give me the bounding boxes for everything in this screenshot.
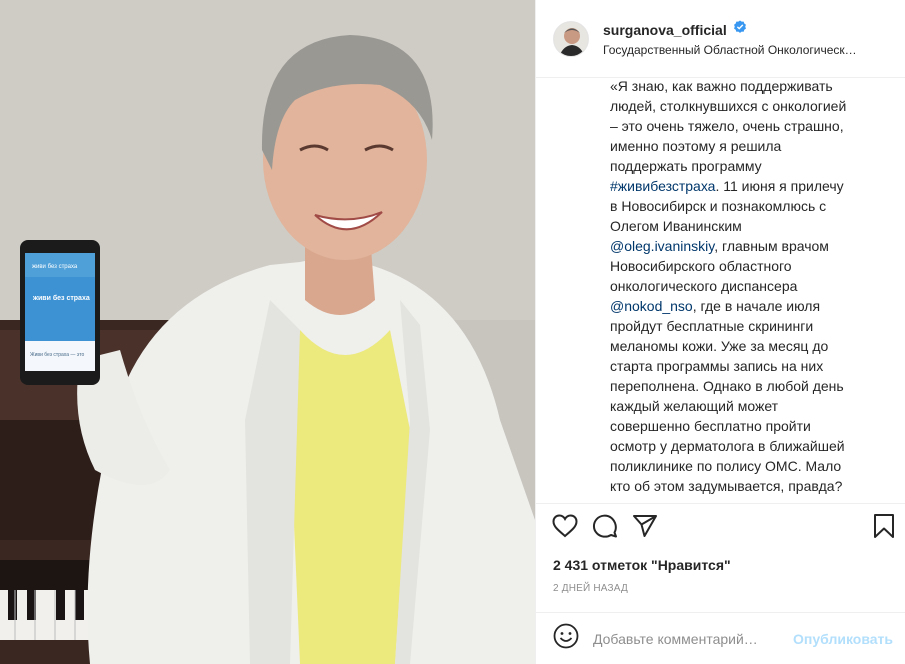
post-side-panel: surganova_official Государственный Облас… xyxy=(535,0,905,664)
share-button[interactable] xyxy=(632,506,672,546)
caption-line-text: , где в начале июля xyxy=(692,298,821,314)
caption-line: меланомы кожи. Уже за месяц до xyxy=(610,336,893,356)
caption-text: «Я знаю, как важно поддерживать людей, ст… xyxy=(610,78,893,496)
username-row: surganova_official xyxy=(603,20,891,39)
caption-line: Новосибирского областного xyxy=(610,256,893,276)
caption-line: в Новосибирск и познакомлюсь с xyxy=(610,196,893,216)
caption-line: старта программы запись на них xyxy=(610,356,893,376)
caption-line-text: – это очень тяжело, очень страшно, xyxy=(610,118,844,134)
caption-line-text: меланомы кожи. Уже за месяц до xyxy=(610,338,829,354)
bookmark-icon xyxy=(874,513,894,538)
caption-line: Олегом Иванинским xyxy=(610,216,893,236)
caption-line-text: кто об этом задумывается, правда? xyxy=(610,478,843,494)
emoji-icon xyxy=(553,623,579,649)
likes-count[interactable]: 2 431 отметок "Нравится" xyxy=(536,547,905,573)
caption-line: пройдут бесплатные скрининги xyxy=(610,316,893,336)
caption-line: онкологического диспансера xyxy=(610,276,893,296)
avatar[interactable] xyxy=(553,20,589,57)
caption-link[interactable]: @oleg.ivaninskiy xyxy=(610,238,714,254)
caption-line: кто об этом задумывается, правда? xyxy=(610,476,893,496)
header-info: surganova_official Государственный Облас… xyxy=(603,20,891,57)
caption-link[interactable]: @nokod_nso xyxy=(610,298,693,314)
caption-line-text: . 11 июня я прилечу xyxy=(715,178,844,194)
phone-title-text: живи без страха xyxy=(32,294,90,302)
caption-line: осмотр у дерматолога в ближайшей xyxy=(610,436,893,456)
caption-line: «Я знаю, как важно поддерживать xyxy=(610,78,893,96)
comment-input[interactable] xyxy=(593,630,794,647)
post-timestamp[interactable]: 2 дней назад xyxy=(536,573,905,594)
caption-line-text: переполнена. Однако в любой день xyxy=(610,378,844,394)
comment-button[interactable] xyxy=(592,506,632,546)
save-button[interactable] xyxy=(855,506,895,546)
heart-icon xyxy=(552,513,578,537)
caption-line-text: совершенно бесплатно пройти xyxy=(610,418,811,434)
caption-line-text: именно поэтому я решила xyxy=(610,138,782,154)
post-caption: «Я знаю, как важно поддерживать людей, ст… xyxy=(536,78,905,503)
caption-line: – это очень тяжело, очень страшно, xyxy=(610,116,893,136)
caption-line-text: «Я знаю, как важно поддерживать xyxy=(610,78,833,94)
caption-line-text: каждый желающий может xyxy=(610,398,779,414)
caption-line: каждый желающий может xyxy=(610,396,893,416)
emoji-button[interactable] xyxy=(553,623,579,654)
caption-line: переполнена. Однако в любой день xyxy=(610,376,893,396)
post-photo[interactable]: живи без страха живи без страха Живи без… xyxy=(0,0,535,664)
phone-illustration xyxy=(20,240,100,385)
paper-plane-icon xyxy=(633,514,657,537)
caption-line: людей, столкнувшихся с онкологией xyxy=(610,96,893,116)
caption-line: @nokod_nso, где в начале июля xyxy=(610,296,893,316)
caption-line-text: пройдут бесплатные скрининги xyxy=(610,318,814,334)
post-header: surganova_official Государственный Облас… xyxy=(536,0,905,78)
action-bar xyxy=(536,503,905,547)
caption-line-text: Новосибирского областного xyxy=(610,258,792,274)
caption-line-text: людей, столкнувшихся с онкологией xyxy=(610,98,847,114)
caption-line-text: старта программы запись на них xyxy=(610,358,824,374)
phone-header-text: живи без страха xyxy=(32,264,78,270)
verified-badge-icon xyxy=(733,20,747,39)
post-container: живи без страха живи без страха Живи без… xyxy=(0,0,905,664)
caption-line: поликлинике по полису ОМС. Мало xyxy=(610,456,893,476)
publish-button[interactable]: Опубликовать xyxy=(793,631,893,647)
username-link[interactable]: surganova_official xyxy=(603,22,727,38)
caption-line-text: в Новосибирск и познакомлюсь с xyxy=(610,198,827,214)
location-link[interactable]: Государственный Областной Онкологическ… xyxy=(603,43,891,57)
caption-line-text: онкологического диспансера xyxy=(610,278,798,294)
caption-line-text: поликлинике по полису ОМС. Мало xyxy=(610,458,842,474)
caption-line-text: поддержать программу xyxy=(610,158,762,174)
caption-line-text: Олегом Иванинским xyxy=(610,218,742,234)
phone-footer-text: Живи без страха — это xyxy=(30,352,84,358)
caption-line: @oleg.ivaninskiy, главным врачом xyxy=(610,236,893,256)
caption-line: поддержать программу xyxy=(610,156,893,176)
photo-illustration: живи без страха живи без страха Живи без… xyxy=(0,0,535,664)
caption-line: #живибезстраха. 11 июня я прилечу xyxy=(610,176,893,196)
caption-line-text: , главным врачом xyxy=(714,238,829,254)
caption-link[interactable]: #живибезстраха xyxy=(610,178,715,194)
caption-line-text: осмотр у дерматолога в ближайшей xyxy=(610,438,845,454)
caption-line: совершенно бесплатно пройти xyxy=(610,416,893,436)
like-button[interactable] xyxy=(552,506,592,546)
comment-icon xyxy=(592,514,617,538)
caption-line: именно поэтому я решила xyxy=(610,136,893,156)
comment-form: Опубликовать xyxy=(536,612,905,664)
